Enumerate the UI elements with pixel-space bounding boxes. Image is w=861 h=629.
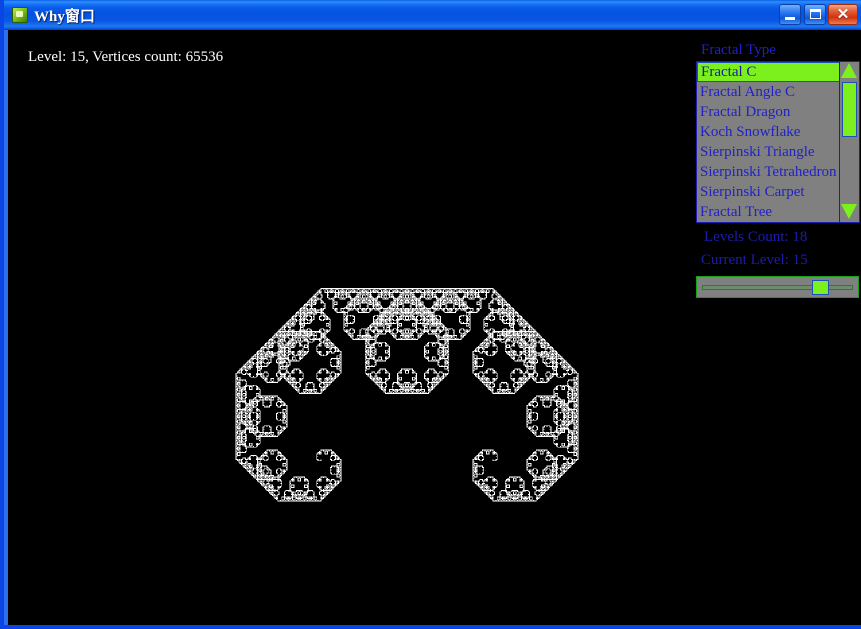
title-bar[interactable]: Why窗口 ✕: [4, 0, 861, 30]
fractal-type-listbox[interactable]: Fractal C Fractal Angle C Fractal Dragon Ko…: [696, 61, 860, 223]
list-item-label: Fractal Dragon: [700, 104, 791, 120]
list-item-label: Sierpinski Tetrahedron: [700, 164, 837, 180]
levels-count-label: Levels Count: 18: [704, 229, 808, 245]
current-level-label: Current Level: 15: [701, 252, 808, 268]
close-button[interactable]: ✕: [828, 4, 858, 25]
list-item[interactable]: Sierpinski Triangle: [697, 142, 841, 162]
fractal-drawing: [8, 30, 692, 625]
list-item[interactable]: Fractal Dragon: [697, 102, 841, 122]
app-icon: [12, 7, 28, 23]
control-panel: Fractal Type Fractal C Fractal Angle C Fra…: [692, 30, 861, 625]
list-item[interactable]: Fractal C: [697, 62, 841, 82]
list-item-label: Sierpinski Carpet: [700, 184, 805, 200]
slider-thumb[interactable]: [812, 280, 830, 295]
application-window: Why窗口 ✕ Level: 15, Vertices count: 65536…: [0, 0, 861, 629]
list-item[interactable]: Fractal Tree: [697, 202, 841, 222]
fractal-type-label: Fractal Type: [701, 42, 776, 58]
slider-groove: [702, 285, 853, 290]
list-item[interactable]: Koch Snowflake: [697, 122, 841, 142]
client-area: Level: 15, Vertices count: 65536 Fractal…: [8, 30, 861, 625]
minimize-button[interactable]: [779, 4, 801, 25]
listbox-scrollbar[interactable]: [839, 62, 859, 222]
maximize-icon: [810, 9, 821, 19]
scroll-down-arrow-icon[interactable]: [841, 204, 858, 221]
fractal-canvas[interactable]: Level: 15, Vertices count: 65536: [8, 30, 692, 625]
scrollbar-thumb[interactable]: [842, 82, 857, 137]
list-item-label: Sierpinski Triangle: [700, 144, 815, 160]
minimize-icon: [785, 17, 795, 20]
list-item-label: Fractal Angle C: [700, 84, 795, 100]
maximize-button[interactable]: [804, 4, 826, 25]
list-item[interactable]: Sierpinski Carpet: [697, 182, 841, 202]
list-item-label: Fractal C: [701, 64, 757, 80]
status-text: Level: 15, Vertices count: 65536: [28, 49, 224, 65]
listbox-items: Fractal C Fractal Angle C Fractal Dragon Ko…: [697, 62, 841, 222]
triangle-down-icon: [841, 204, 857, 219]
list-item[interactable]: Fractal Angle C: [697, 82, 841, 102]
window-title: Why窗口: [34, 9, 95, 25]
list-item-label: Fractal Tree: [700, 204, 773, 220]
triangle-up-icon: [841, 63, 857, 78]
level-slider[interactable]: [696, 276, 859, 298]
close-icon: ✕: [836, 6, 850, 23]
scroll-up-arrow-icon[interactable]: [841, 63, 858, 80]
list-item[interactable]: Sierpinski Tetrahedron: [697, 162, 841, 182]
list-item-label: Koch Snowflake: [700, 124, 801, 140]
